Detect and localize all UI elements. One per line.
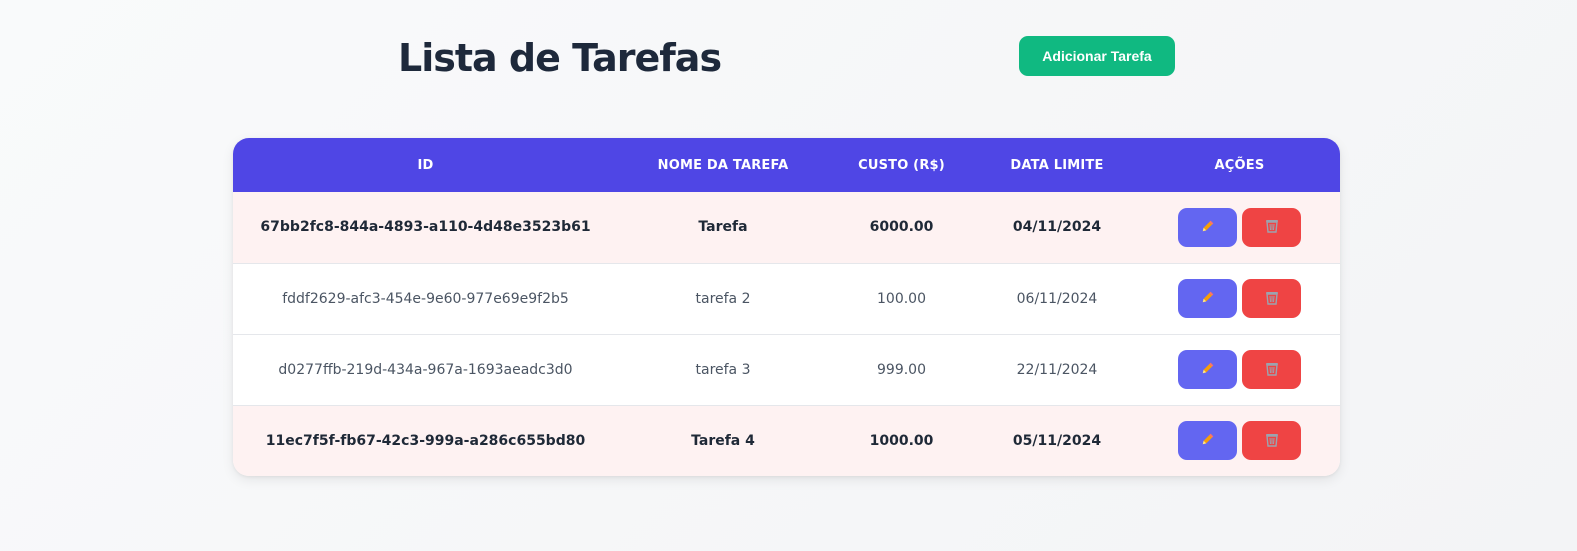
column-header-id: ID [417, 157, 434, 173]
task-actions-cell [1139, 405, 1340, 476]
delete-task-button[interactable] [1242, 421, 1301, 461]
pencil-icon [1201, 290, 1215, 307]
pencil-icon [1201, 219, 1215, 236]
task-id-cell: 67bb2fc8-844a-4893-a110-4d48e3523b61 [260, 219, 591, 236]
wastebasket-icon [1265, 361, 1279, 379]
column-header-name: NOME DA TAREFA [657, 157, 789, 173]
table-row: fddf2629-afc3-454e-9e60-977e69e9f2b5 tare… [233, 263, 1340, 334]
table-header-row: ID NOME DA TAREFA CUSTO (R$) DATA LIMITE… [233, 138, 1340, 192]
task-deadline-cell: 05/11/2024 [1012, 432, 1102, 449]
wastebasket-icon [1265, 290, 1279, 308]
edit-task-button[interactable] [1178, 350, 1237, 389]
column-header-deadline: DATA LIMITE [1010, 157, 1104, 173]
wastebasket-icon [1265, 432, 1279, 450]
task-deadline-cell: 04/11/2024 [1012, 219, 1102, 236]
row-actions [1140, 421, 1339, 461]
column-header-cost: CUSTO (R$) [858, 157, 945, 173]
edit-task-button[interactable] [1178, 421, 1237, 461]
row-actions [1140, 350, 1339, 389]
edit-task-button[interactable] [1178, 207, 1237, 247]
task-cost-cell: 1000.00 [869, 432, 934, 449]
task-name-cell: Tarefa [698, 219, 748, 236]
task-deadline-cell: 06/11/2024 [1016, 290, 1098, 307]
task-id-cell: 11ec7f5f-fb67-42c3-999a-a286c655bd80 [265, 432, 586, 449]
delete-task-button[interactable] [1242, 350, 1301, 389]
table-row: 67bb2fc8-844a-4893-a110-4d48e3523b61 Tare… [233, 192, 1340, 263]
task-id-cell: d0277ffb-219d-434a-967a-1693aeadc3d0 [278, 361, 573, 378]
task-cost-cell: 999.00 [877, 361, 926, 378]
row-actions [1140, 279, 1339, 318]
page-title: Lista de Tarefas [398, 36, 722, 80]
wastebasket-icon [1265, 218, 1279, 236]
delete-task-button[interactable] [1242, 279, 1301, 318]
add-task-button[interactable]: Adicionar Tarefa [1019, 36, 1175, 76]
task-actions-cell [1139, 192, 1340, 263]
column-header-actions: AÇÕES [1214, 157, 1265, 173]
edit-task-button[interactable] [1178, 279, 1237, 318]
table-row: d0277ffb-219d-434a-967a-1693aeadc3d0 tare… [233, 334, 1340, 405]
row-actions [1140, 207, 1339, 247]
task-name-cell: tarefa 3 [695, 361, 751, 378]
pencil-icon [1201, 432, 1215, 449]
task-actions-cell [1139, 334, 1340, 405]
task-name-cell: tarefa 2 [695, 290, 751, 307]
task-name-cell: Tarefa 4 [691, 432, 755, 449]
tasks-table-card: ID NOME DA TAREFA CUSTO (R$) DATA LIMITE… [233, 138, 1340, 476]
delete-task-button[interactable] [1242, 207, 1301, 247]
pencil-icon [1201, 361, 1215, 378]
task-actions-cell [1139, 263, 1340, 334]
tasks-table: ID NOME DA TAREFA CUSTO (R$) DATA LIMITE… [233, 138, 1340, 476]
table-row: 11ec7f5f-fb67-42c3-999a-a286c655bd80 Tare… [233, 405, 1340, 476]
task-deadline-cell: 22/11/2024 [1016, 361, 1098, 378]
task-cost-cell: 100.00 [877, 290, 926, 307]
task-cost-cell: 6000.00 [869, 219, 934, 236]
task-id-cell: fddf2629-afc3-454e-9e60-977e69e9f2b5 [282, 290, 569, 307]
